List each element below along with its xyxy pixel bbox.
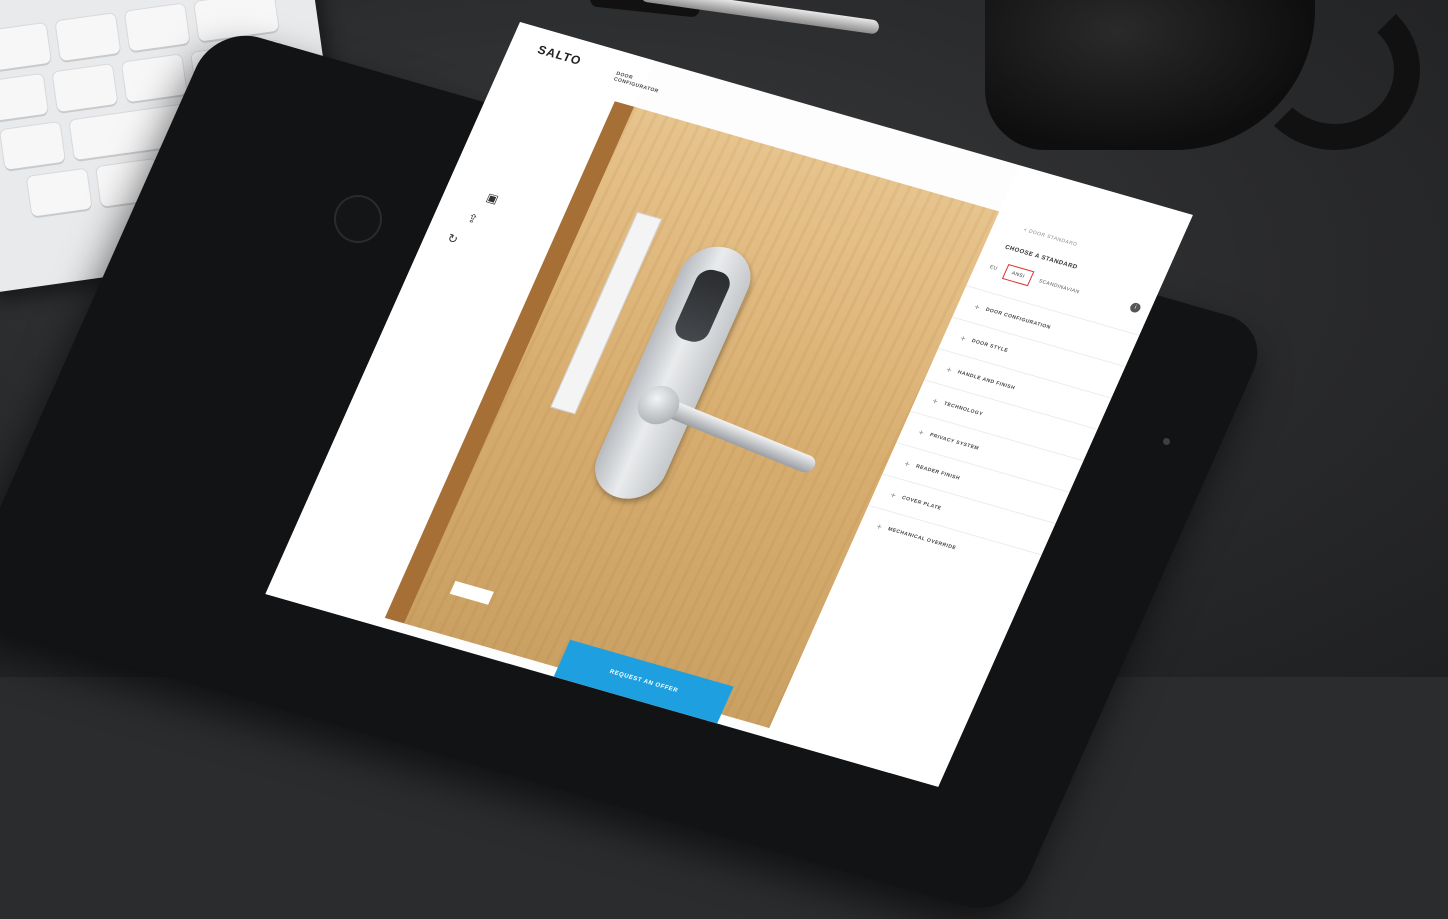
info-icon[interactable]: i	[1128, 301, 1143, 314]
key	[26, 168, 92, 217]
key	[124, 3, 190, 52]
plus-icon: +	[972, 301, 983, 313]
key	[55, 13, 121, 62]
refresh-icon[interactable]: ↻	[443, 230, 462, 247]
plus-icon: +	[930, 395, 941, 407]
plus-icon: +	[944, 363, 955, 375]
plus-icon: +	[902, 458, 913, 469]
pen	[640, 0, 880, 35]
menu-item-label: DOOR CONFIGURATION	[984, 306, 1052, 331]
tablet-camera	[1163, 438, 1170, 445]
option-scandinavian[interactable]: SCANDINAVIAN	[1038, 278, 1081, 295]
key	[0, 73, 49, 122]
plus-icon: +	[958, 332, 969, 344]
tablet-home-button	[334, 195, 382, 243]
menu-item-label: TECHNOLOGY	[942, 400, 985, 418]
plus-icon: +	[916, 426, 927, 438]
option-ansi[interactable]: ANSI	[1001, 263, 1035, 287]
menu-item-label: READER FINISH	[914, 463, 962, 482]
menu-item-label: MECHANICAL OVERRIDE	[886, 525, 958, 551]
desk-scene: SALTO DOOR CONFIGURATOR ▣ ⇪ ↻ < DOOR STA…	[0, 0, 1448, 919]
share-icon[interactable]: ⇪	[463, 210, 482, 227]
plus-icon: +	[874, 520, 885, 532]
key	[121, 54, 187, 103]
plus-icon: +	[888, 489, 899, 501]
save-icon[interactable]: ▣	[483, 190, 502, 207]
menu-item-label: COVER PLATE	[900, 494, 943, 512]
key	[52, 64, 118, 113]
menu-item-label: DOOR STYLE	[970, 337, 1010, 354]
key	[0, 121, 66, 170]
brand-logo[interactable]: SALTO	[535, 43, 584, 68]
key	[0, 22, 52, 71]
option-eu[interactable]: EU	[989, 264, 999, 272]
mug-handle	[1250, 0, 1420, 150]
menu-item-label: HANDLE AND FINISH	[956, 369, 1017, 391]
menu-item-label: PRIVACY SYSTEM	[928, 431, 981, 452]
back-link[interactable]: < DOOR STANDARD	[1022, 227, 1078, 248]
nav-link-door-configurator[interactable]: DOOR CONFIGURATOR	[613, 71, 663, 95]
